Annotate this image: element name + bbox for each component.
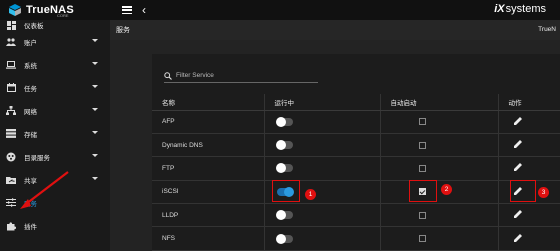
service-name: NFS (152, 226, 264, 251)
running-toggle[interactable] (275, 210, 293, 221)
running-toggle[interactable] (275, 163, 293, 174)
annotation-badge: 1 (305, 189, 316, 200)
autostart-checkbox[interactable] (418, 235, 426, 243)
running-toggle[interactable] (275, 140, 293, 151)
edit-icon[interactable] (513, 139, 523, 149)
chevron-left-icon[interactable]: ‹ (142, 4, 146, 16)
edit-icon[interactable] (513, 116, 523, 126)
table-row: FTP (152, 156, 560, 181)
service-name: Dynamic DNS (152, 133, 264, 158)
annotation-badge: 3 (538, 187, 549, 198)
autostart-checkbox[interactable] (418, 141, 426, 149)
annotation-highlight-running (272, 180, 300, 202)
autostart-checkbox[interactable] (418, 164, 426, 172)
table-row: NFS (152, 226, 560, 251)
table-row: iSCSI (152, 180, 560, 205)
autostart-checkbox[interactable] (418, 211, 426, 219)
column-header-autostart[interactable]: 自动启动 (379, 94, 499, 111)
annotation-highlight-edit (510, 180, 536, 202)
table-row: Dynamic DNS (152, 133, 560, 158)
hamburger-menu-icon[interactable] (122, 6, 132, 14)
search-input[interactable] (176, 72, 316, 79)
service-name: LLDP (152, 203, 264, 228)
annotation-arrow (20, 171, 69, 209)
table-header-row: 名称 运行中 自动启动 动作 (152, 94, 560, 111)
autostart-checkbox[interactable] (418, 118, 426, 126)
header-right-text: TrueN (538, 26, 556, 33)
services-table: 名称 运行中 自动启动 动作 AFP Dynamic DNS FTP iSCSI… (152, 94, 560, 251)
running-toggle[interactable] (275, 233, 293, 244)
page-title: 服务 (116, 27, 130, 34)
edit-icon[interactable] (513, 209, 523, 219)
main-content: 服务 TrueN 名称 运行中 自动启动 动作 (110, 20, 560, 251)
column-header-name[interactable]: 名称 (152, 94, 264, 111)
edit-icon[interactable] (513, 233, 523, 243)
search-icon (164, 71, 172, 80)
column-header-actions: 动作 (498, 94, 560, 111)
column-header-running[interactable]: 运行中 (263, 94, 381, 111)
running-toggle[interactable] (275, 116, 293, 127)
page-header: 服务 TrueN (110, 20, 560, 40)
services-card: 名称 运行中 自动启动 动作 AFP Dynamic DNS (152, 54, 560, 251)
annotation-highlight-autostart (409, 180, 437, 202)
ixsystems-brand: iX systems (494, 3, 546, 15)
brand-mark: iX (494, 3, 505, 15)
service-name: iSCSI (152, 180, 264, 205)
brand-text: systems (505, 3, 546, 15)
edit-icon[interactable] (513, 162, 523, 172)
search-bar (164, 69, 318, 83)
table-row: LLDP (152, 203, 560, 228)
service-name: FTP (152, 156, 264, 181)
service-name: AFP (152, 110, 264, 134)
truenas-app: TrueNAS CORE ‹ iX systems 仪表板 账户 系统 任务 网… (0, 0, 560, 251)
table-row: AFP (152, 110, 560, 134)
annotation-badge: 2 (441, 184, 452, 195)
